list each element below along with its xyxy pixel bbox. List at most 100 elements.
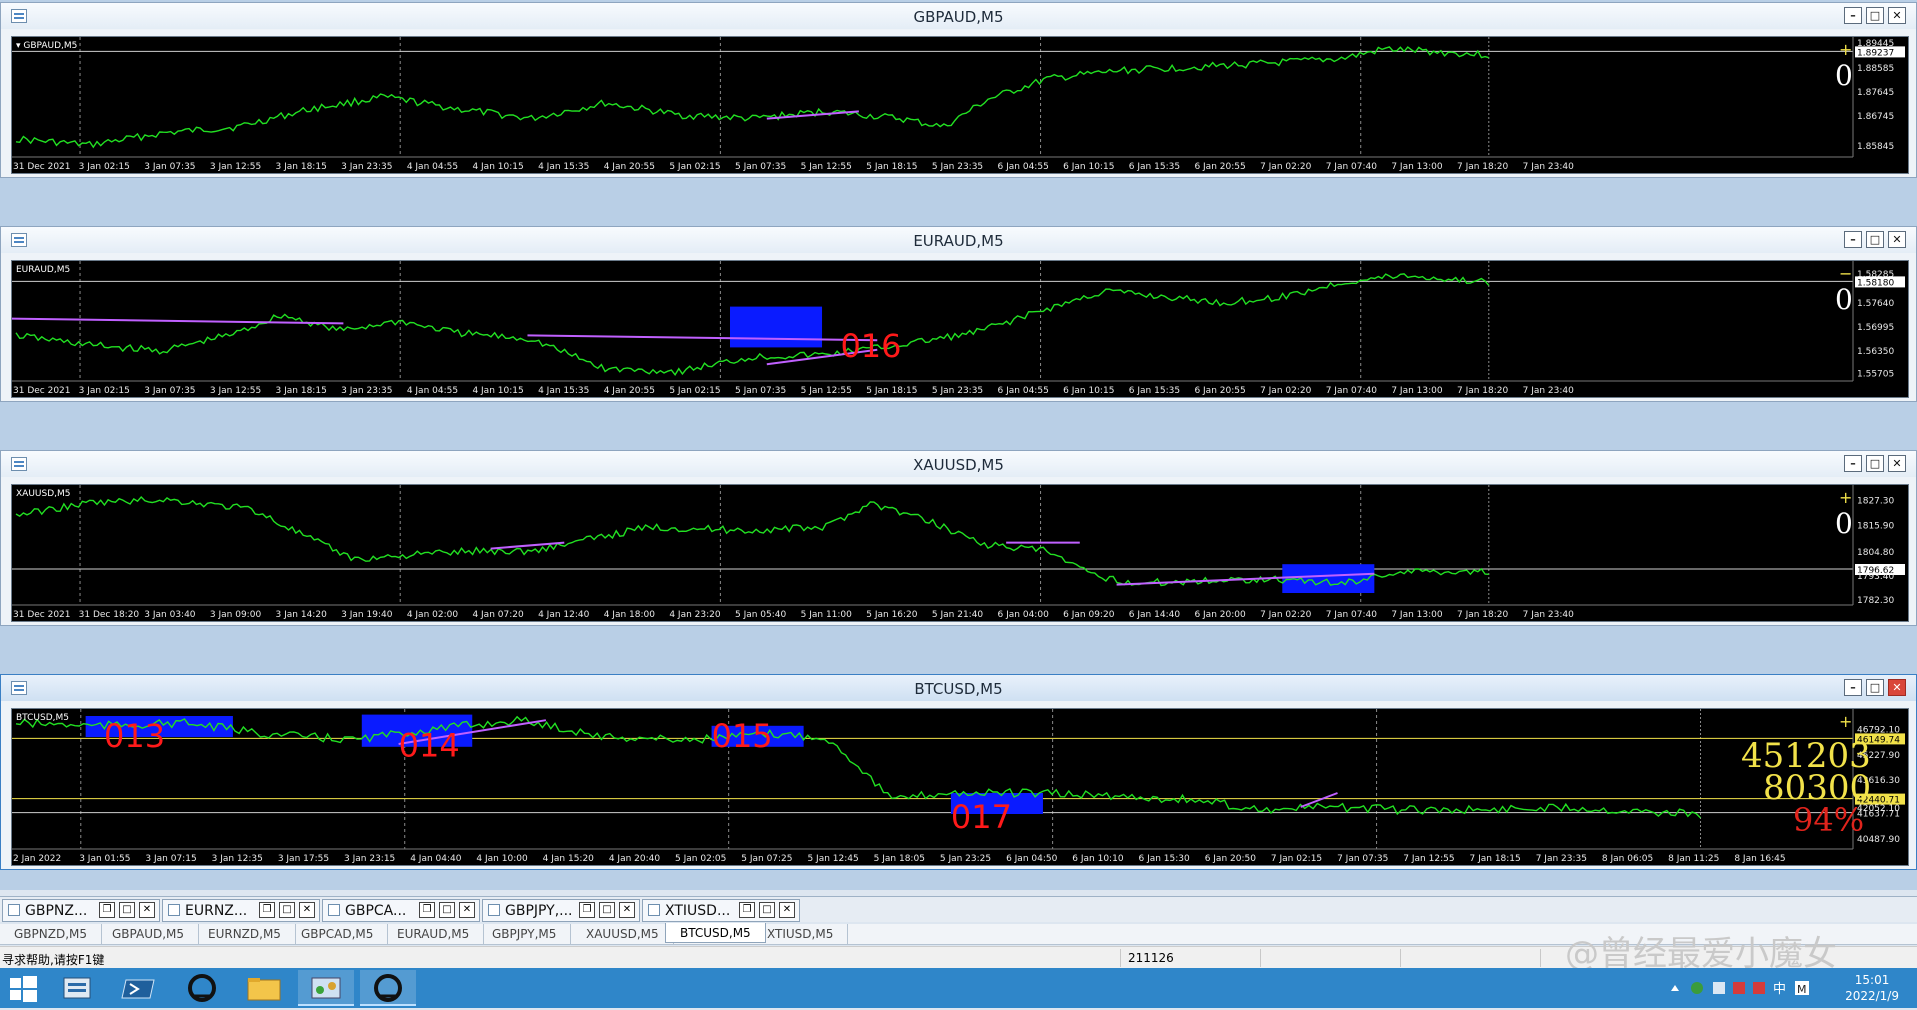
close-button[interactable]: ✕ <box>619 902 635 918</box>
maximize-button[interactable]: □ <box>599 902 615 918</box>
window-titlebar[interactable]: EURAUD,M5 – □ ✕ <box>1 227 1916 253</box>
chart-window-btcusd[interactable]: BTCUSD,M5 – □ ✕ 013 014 015 017 46792.10 4614… <box>0 674 1917 870</box>
mdi-tab[interactable]: GBPNZ... ❐ □ ✕ <box>2 899 160 922</box>
taskbar-clock[interactable]: 15:01 2022/1/9 <box>1845 972 1899 1004</box>
time-tick: 5 Jan 12:55 <box>801 386 852 396</box>
position-count: 0 <box>1835 507 1853 540</box>
mdi-tab[interactable]: XTIUSD... ❐ □ ✕ <box>642 899 800 922</box>
time-tick: 4 Jan 15:35 <box>538 386 589 396</box>
file-explorer-icon[interactable] <box>236 970 292 1006</box>
maximize-button[interactable]: □ <box>1866 679 1884 696</box>
minimize-button[interactable]: – <box>1844 455 1862 472</box>
time-tick: 7 Jan 18:20 <box>1457 162 1509 172</box>
chart-window-xauusd[interactable]: XAUUSD,M5 – □ ✕ 1827.30 1815.90 1804.80 179… <box>0 450 1917 626</box>
minimize-button[interactable]: – <box>1844 231 1862 248</box>
time-tick: 3 Jan 01:55 <box>79 854 130 864</box>
symbol-tab[interactable]: EURNZD,M5 <box>194 924 296 944</box>
time-tick: 5 Jan 18:15 <box>866 162 917 172</box>
symbol-tab[interactable]: XTIUSD,M5 <box>753 924 849 944</box>
maximize-button[interactable]: □ <box>279 902 295 918</box>
start-button[interactable] <box>0 970 56 1006</box>
price-tick: 1.88585 <box>1857 64 1894 74</box>
maximize-button[interactable]: □ <box>759 902 775 918</box>
mdi-tab[interactable]: EURNZ... ❐ □ ✕ <box>162 899 320 922</box>
time-tick: 5 Jan 07:35 <box>735 162 786 172</box>
price-chart[interactable]: 1827.30 1815.90 1804.80 1796.62 1793.40 1782.… <box>11 484 1909 622</box>
server-manager-icon[interactable] <box>50 970 106 1006</box>
close-button[interactable]: ✕ <box>1888 679 1906 696</box>
window-titlebar[interactable]: GBPAUD,M5 – □ ✕ <box>1 3 1916 29</box>
chart-window-euraud[interactable]: EURAUD,M5 – □ ✕ 016 1.58285 1.58180 1.57640… <box>0 226 1917 402</box>
clock-date: 2022/1/9 <box>1845 989 1899 1003</box>
time-tick: 8 Jan 16:45 <box>1734 854 1785 864</box>
time-tick: 7 Jan 02:15 <box>1271 854 1322 864</box>
close-button[interactable]: ✕ <box>459 902 475 918</box>
restore-button[interactable]: ❐ <box>99 902 115 918</box>
zone-box <box>1282 564 1375 593</box>
time-tick: 5 Jan 07:35 <box>735 386 786 396</box>
price-tick: 1804.80 <box>1857 548 1894 558</box>
restore-button[interactable]: ❐ <box>579 902 595 918</box>
close-button[interactable]: ✕ <box>299 902 315 918</box>
time-tick: 6 Jan 09:20 <box>1063 610 1115 620</box>
clock-time: 15:01 <box>1854 973 1890 987</box>
maximize-button[interactable]: □ <box>1866 455 1884 472</box>
restore-button[interactable]: ❐ <box>739 902 755 918</box>
symbol-tab-active[interactable]: BTCUSD,M5 <box>665 923 766 943</box>
time-tick: 4 Jan 20:55 <box>604 386 655 396</box>
mdi-tab[interactable]: GBPJPY,... ❐ □ ✕ <box>482 899 640 922</box>
zone-label: 015 <box>712 717 773 755</box>
time-tick: 4 Jan 04:55 <box>407 386 458 396</box>
tray-app-icon <box>1733 982 1745 994</box>
time-tick: 5 Jan 12:45 <box>807 854 858 864</box>
close-button[interactable]: ✕ <box>1888 455 1906 472</box>
time-tick: 6 Jan 04:50 <box>1006 854 1058 864</box>
time-tick: 5 Jan 02:15 <box>669 162 720 172</box>
price-tick: 1815.90 <box>1857 522 1894 532</box>
time-tick: 7 Jan 12:55 <box>1403 854 1454 864</box>
symbol-tab[interactable]: XAUUSD,M5 <box>572 924 674 944</box>
symbol-tab[interactable]: GBPCAD,M5 <box>287 924 389 944</box>
minimize-button[interactable]: – <box>1844 679 1862 696</box>
minimize-button[interactable]: – <box>1844 7 1862 24</box>
close-button[interactable]: ✕ <box>779 902 795 918</box>
window-titlebar[interactable]: XAUUSD,M5 – □ ✕ <box>1 451 1916 477</box>
maximize-button[interactable]: □ <box>439 902 455 918</box>
close-button[interactable]: ✕ <box>139 902 155 918</box>
restore-button[interactable]: ❐ <box>419 902 435 918</box>
symbol-tab[interactable]: GBPNZD,M5 <box>0 924 103 944</box>
trade-sign: + <box>1839 712 1852 731</box>
powershell-icon[interactable] <box>112 970 168 1006</box>
maximize-button[interactable]: □ <box>119 902 135 918</box>
maximize-button[interactable]: □ <box>1866 231 1884 248</box>
taskbar: 中 M 15:01 2022/1/9 <box>0 968 1917 1008</box>
time-tick: 3 Jan 02:15 <box>79 162 130 172</box>
mdi-tab[interactable]: GBPCA... ❐ □ ✕ <box>322 899 480 922</box>
restore-button[interactable]: ❐ <box>259 902 275 918</box>
chart-window-icon <box>648 904 660 916</box>
zone-label: 017 <box>951 798 1012 836</box>
time-tick: 3 Jan 02:15 <box>79 386 130 396</box>
window-title: BTCUSD,M5 <box>914 680 1003 698</box>
trading-app-icon[interactable] <box>174 970 230 1006</box>
close-button[interactable]: ✕ <box>1888 231 1906 248</box>
window-titlebar[interactable]: BTCUSD,M5 – □ ✕ <box>1 675 1916 701</box>
symbol-tab[interactable]: GBPAUD,M5 <box>98 924 200 944</box>
time-tick: 5 Jan 05:40 <box>735 610 787 620</box>
maximize-button[interactable]: □ <box>1866 7 1884 24</box>
price-chart[interactable]: 013 014 015 017 46792.10 46149.74 45227.90 4361… <box>11 708 1909 866</box>
price-tick: 1.56995 <box>1857 323 1894 333</box>
tray-expand-icon <box>1671 985 1679 991</box>
position-count: 0 <box>1835 283 1853 316</box>
time-tick: 6 Jan 20:55 <box>1194 386 1245 396</box>
symbol-tab[interactable]: GBPJPY,M5 <box>478 924 572 944</box>
time-tick: 7 Jan 07:40 <box>1326 610 1378 620</box>
close-button[interactable]: ✕ <box>1888 7 1906 24</box>
chart-window-gbpaud[interactable]: GBPAUD,M5 – □ ✕ 1.89445 1.89237 1.88585 1.8… <box>0 2 1917 178</box>
symbol-tab[interactable]: EURAUD,M5 <box>383 924 485 944</box>
stat-percent: 94% <box>1793 801 1864 839</box>
network-app-icon[interactable] <box>298 970 354 1006</box>
trading-terminal-icon[interactable] <box>360 970 416 1006</box>
price-chart[interactable]: 1.89445 1.89237 1.88585 1.87645 1.86745 1.858… <box>11 36 1909 174</box>
price-chart[interactable]: 016 1.58285 1.58180 1.57640 1.56995 1.56350 1.… <box>11 260 1909 398</box>
